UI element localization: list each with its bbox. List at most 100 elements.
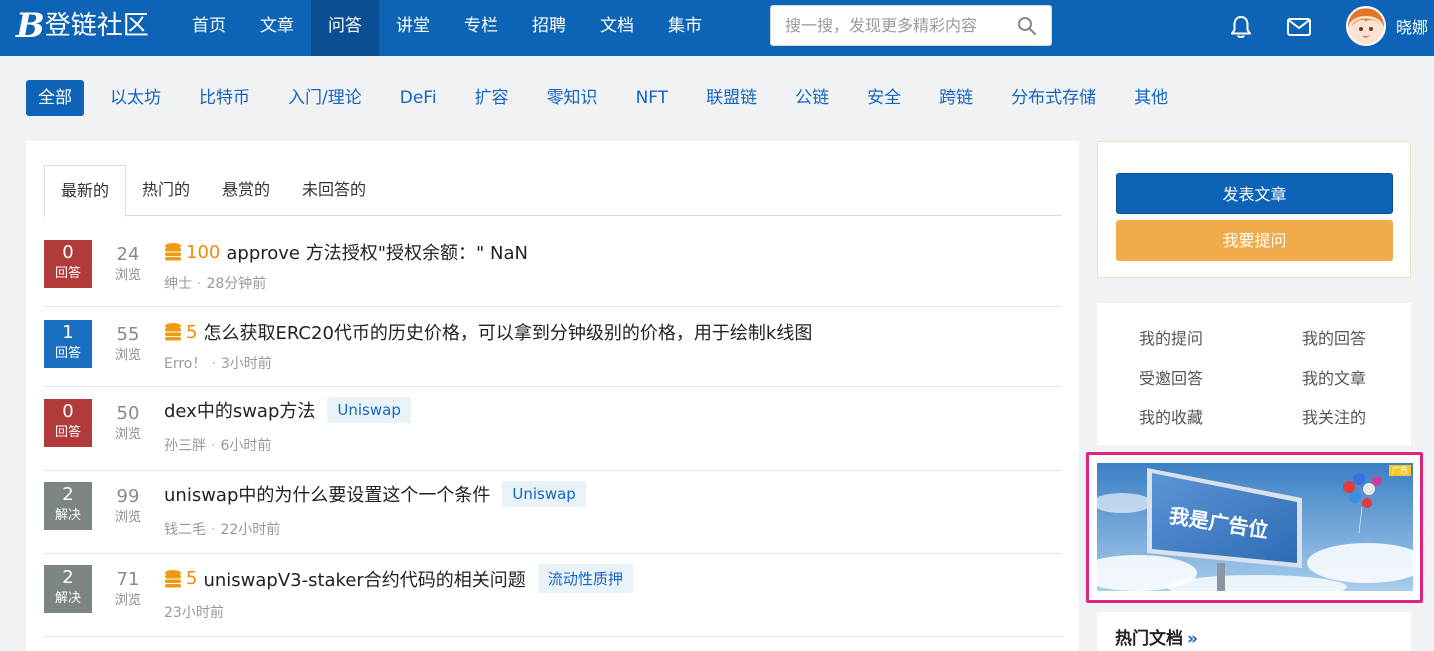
view-label: 浏览 xyxy=(114,593,141,608)
question-tag[interactable]: 流动性质押 xyxy=(537,564,633,593)
nav-item-jobs[interactable]: 招聘 xyxy=(515,0,583,56)
link-my-favorites[interactable]: 我的收藏 xyxy=(1139,404,1203,428)
category-zero-knowledge[interactable]: 零知识 xyxy=(535,80,610,116)
question-time: 22小时前 xyxy=(220,522,281,538)
question-row: 1 回答 55 浏览 5 怎么获取ERC20代币的历史价格，可以拿到分钟级别的价… xyxy=(44,307,1062,387)
category-bar: 全部 以太坊 比特币 入门/理论 DeFi 扩容 零知识 NFT 联盟链 公链 … xyxy=(26,80,1194,116)
view-count: 99 xyxy=(116,486,140,507)
category-all[interactable]: 全部 xyxy=(26,80,84,116)
ad-banner[interactable]: 我是广告位 广告 xyxy=(1097,463,1413,591)
hot-docs-title[interactable]: 热门文档» xyxy=(1115,624,1198,649)
username[interactable]: 晓娜 xyxy=(1396,14,1428,38)
question-title[interactable]: dex中的swap方法 xyxy=(164,397,315,423)
nav-item-market[interactable]: 集市 xyxy=(651,0,719,56)
question-title[interactable]: uniswapV3-staker合约代码的相关问题 xyxy=(203,566,525,592)
view-count: 55 xyxy=(116,324,140,345)
answer-count: 2 xyxy=(62,567,74,588)
meta-separator: · xyxy=(211,438,216,454)
question-row: 2 解决 99 浏览 uniswap中的为什么要设置这个一个条件 Uniswap… xyxy=(44,471,1062,554)
question-list: 0 回答 24 浏览 100 approve 方法授权"授权余额：" NaN 绅… xyxy=(44,225,1062,637)
link-my-answers[interactable]: 我的回答 xyxy=(1302,325,1366,349)
search-input[interactable] xyxy=(771,6,1011,45)
question-title[interactable]: approve 方法授权"授权余额：" NaN xyxy=(226,239,528,265)
publish-article-button[interactable]: 发表文章 xyxy=(1116,173,1393,214)
question-author[interactable]: Erro！ xyxy=(164,356,206,372)
bell-icon[interactable] xyxy=(1228,14,1254,40)
view-label: 浏览 xyxy=(114,268,141,283)
ad-badge: 广告 xyxy=(1389,465,1411,476)
answer-count-box: 2 解决 xyxy=(44,565,92,613)
view-count: 71 xyxy=(116,569,140,590)
category-intro-theory[interactable]: 入门/理论 xyxy=(276,80,374,116)
question-panel: 最新的 热门的 悬赏的 未回答的 0 回答 24 浏览 100 approve … xyxy=(26,141,1079,651)
question-author[interactable]: 绅士 xyxy=(164,276,192,292)
nav-item-lectures[interactable]: 讲堂 xyxy=(379,0,447,56)
reward-amount: 100 xyxy=(186,241,221,263)
search-icon[interactable] xyxy=(1017,16,1037,36)
nav-item-docs[interactable]: 文档 xyxy=(583,0,651,56)
search-box xyxy=(770,5,1052,46)
coin-stack-icon xyxy=(165,569,181,587)
coin-stack-icon xyxy=(165,243,181,261)
question-meta: 钱二毛 · 22小时前 xyxy=(164,519,280,539)
category-nft[interactable]: NFT xyxy=(624,80,681,116)
answer-count: 2 xyxy=(62,484,74,505)
meta-separator: · xyxy=(211,356,216,372)
logo-text: 登链社区 xyxy=(44,11,149,41)
tab-unanswered[interactable]: 未回答的 xyxy=(286,165,382,216)
link-my-articles[interactable]: 我的文章 xyxy=(1302,365,1366,389)
answer-count-box: 0 回答 xyxy=(44,399,92,447)
category-public-chain[interactable]: 公链 xyxy=(783,80,841,116)
category-consortium-chain[interactable]: 联盟链 xyxy=(694,80,769,116)
question-meta: Erro！ · 3小时前 xyxy=(164,353,272,373)
tab-latest[interactable]: 最新的 xyxy=(44,165,127,217)
reward-amount: 5 xyxy=(186,568,198,589)
category-security[interactable]: 安全 xyxy=(855,80,913,116)
answer-count-box: 1 回答 xyxy=(44,320,92,368)
question-meta: 23小时前 xyxy=(164,602,224,622)
question-tag[interactable]: Uniswap xyxy=(502,481,586,507)
answer-count: 0 xyxy=(62,401,74,422)
question-title[interactable]: uniswap中的为什么要设置这个一个条件 xyxy=(164,481,490,507)
answer-count-box: 2 解决 xyxy=(44,482,92,530)
question-tabs: 最新的 热门的 悬赏的 未回答的 xyxy=(44,165,1062,217)
category-other[interactable]: 其他 xyxy=(1122,80,1180,116)
question-author[interactable]: 钱二毛 xyxy=(164,522,206,538)
nav-item-home[interactable]: 首页 xyxy=(175,0,243,56)
tab-hot[interactable]: 热门的 xyxy=(126,165,206,216)
question-time: 6小时前 xyxy=(220,438,272,454)
question-title-line: dex中的swap方法 Uniswap xyxy=(164,397,411,423)
user-avatar[interactable] xyxy=(1346,6,1386,46)
category-cross-chain[interactable]: 跨链 xyxy=(927,80,985,116)
main-nav: 首页 文章 问答 讲堂 专栏 招聘 文档 集市 xyxy=(175,0,719,56)
category-defi[interactable]: DeFi xyxy=(388,80,449,116)
view-count-box: 99 浏览 xyxy=(112,485,144,527)
view-count: 24 xyxy=(116,244,140,265)
link-my-following[interactable]: 我关注的 xyxy=(1302,404,1366,428)
ask-question-button[interactable]: 我要提问 xyxy=(1116,220,1393,261)
question-title[interactable]: 怎么获取ERC20代币的历史价格，可以拿到分钟级别的价格，用于绘制k线图 xyxy=(203,319,812,345)
nav-item-qa[interactable]: 问答 xyxy=(311,0,379,56)
tab-bounty[interactable]: 悬赏的 xyxy=(206,165,286,216)
question-time: 23小时前 xyxy=(164,605,224,621)
question-meta: 绅士 · 28分钟前 xyxy=(164,273,266,293)
category-scaling[interactable]: 扩容 xyxy=(463,80,521,116)
question-time: 3小时前 xyxy=(220,356,272,372)
personal-links-card: 我的提问 我的回答 受邀回答 我的文章 我的收藏 我关注的 xyxy=(1097,303,1411,445)
category-ethereum[interactable]: 以太坊 xyxy=(98,80,173,116)
site-logo[interactable]: B 登链社区 xyxy=(16,6,161,46)
view-label: 浏览 xyxy=(114,427,141,442)
nav-item-columns[interactable]: 专栏 xyxy=(447,0,515,56)
link-my-questions[interactable]: 我的提问 xyxy=(1139,325,1203,349)
view-count-box: 50 浏览 xyxy=(112,402,144,444)
answer-label: 回答 xyxy=(54,346,81,361)
category-distributed-storage[interactable]: 分布式存储 xyxy=(999,80,1108,116)
answer-count-box: 0 回答 xyxy=(44,240,92,288)
question-author[interactable]: 孙三胖 xyxy=(164,438,206,454)
link-invited-answers[interactable]: 受邀回答 xyxy=(1139,365,1203,389)
nav-item-articles[interactable]: 文章 xyxy=(243,0,311,56)
category-bitcoin[interactable]: 比特币 xyxy=(187,80,262,116)
question-tag[interactable]: Uniswap xyxy=(327,397,411,423)
mail-icon[interactable] xyxy=(1286,15,1312,39)
view-count-box: 55 浏览 xyxy=(112,323,144,365)
